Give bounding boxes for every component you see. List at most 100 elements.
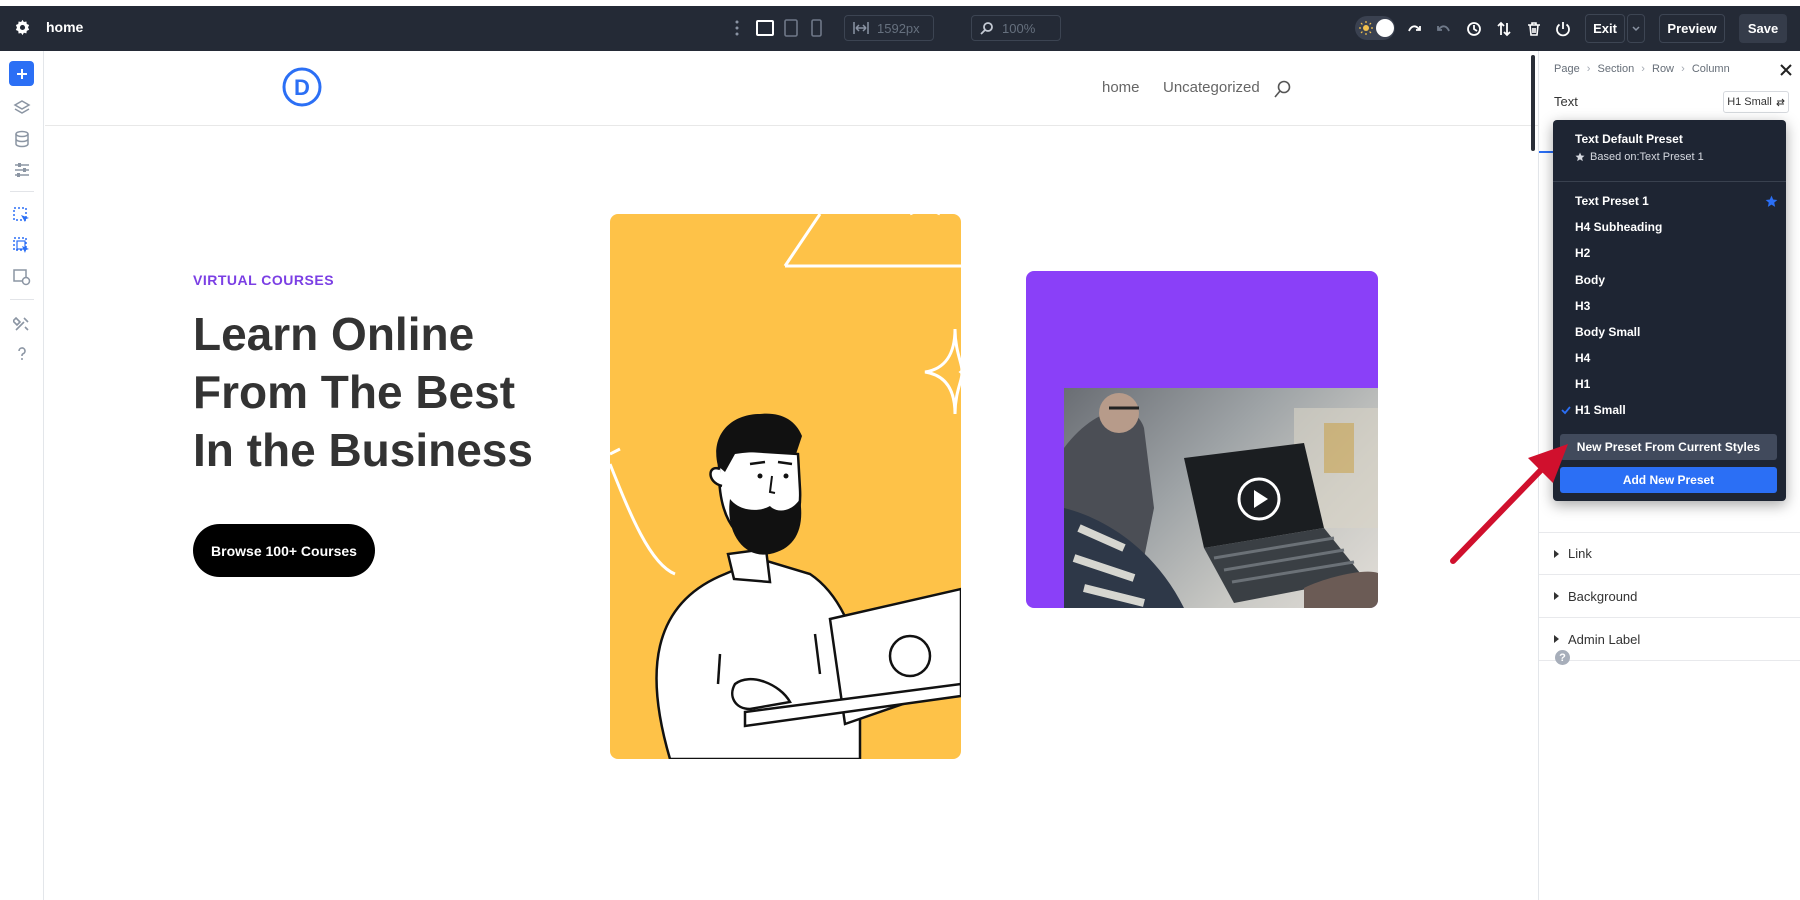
site-header: D home Uncategorized: [45, 51, 1538, 126]
preview-button[interactable]: Preview: [1659, 14, 1725, 43]
theme-toggle[interactable]: [1355, 16, 1395, 40]
preset-selector-button[interactable]: H1 Small: [1723, 91, 1789, 113]
module-type-label: Text: [1554, 94, 1578, 109]
multi-select-icon[interactable]: [13, 237, 31, 255]
browse-courses-button[interactable]: Browse 100+ Courses: [193, 524, 375, 577]
page-name: home: [46, 19, 83, 35]
preset-option-text-preset-1[interactable]: Text Preset 1: [1575, 194, 1649, 208]
link-section-toggle[interactable]: Link: [1539, 532, 1800, 575]
video-thumbnail[interactable]: [1064, 388, 1378, 608]
background-section-toggle[interactable]: Background: [1539, 575, 1800, 618]
hero-heading-line: Learn Online: [193, 305, 553, 363]
preset-option-h1[interactable]: H1: [1575, 377, 1590, 391]
redo-icon[interactable]: [1435, 21, 1451, 37]
new-preset-from-current-button[interactable]: New Preset From Current Styles: [1560, 434, 1777, 460]
exit-button[interactable]: Exit: [1585, 14, 1625, 43]
admin-label-section-toggle[interactable]: Admin Label: [1539, 618, 1800, 661]
preset-option-body[interactable]: Body: [1575, 273, 1605, 287]
hero-eyebrow: VIRTUAL COURSES: [193, 272, 334, 288]
man-with-laptop-illustration: [610, 214, 961, 759]
preset-option-h1-small[interactable]: H1 Small: [1575, 403, 1626, 417]
gear-icon[interactable]: [14, 19, 31, 36]
section-label: Admin Label: [1568, 632, 1640, 647]
close-icon[interactable]: [1779, 63, 1793, 77]
canvas-width-field[interactable]: 1592px: [844, 15, 934, 41]
help-question-icon[interactable]: [13, 345, 31, 363]
checkmark-icon: [1561, 405, 1571, 415]
canvas-width-value: 1592px: [877, 21, 920, 36]
page-settings-icon[interactable]: [13, 268, 31, 286]
theme-toggle-knob: [1376, 19, 1394, 37]
illustration-card: [610, 214, 961, 759]
default-star-icon[interactable]: [1765, 195, 1778, 208]
tools-icon[interactable]: [13, 315, 31, 333]
desktop-view-icon[interactable]: [756, 20, 774, 36]
preset-option-h4[interactable]: H4: [1575, 351, 1590, 365]
hero-heading-line: From The Best: [193, 363, 553, 421]
undo-icon[interactable]: [1407, 21, 1423, 37]
add-new-preset-button[interactable]: Add New Preset: [1560, 467, 1777, 493]
section-label: Link: [1568, 546, 1592, 561]
dropdown-divider: [1553, 181, 1786, 182]
builder-app: home 1592px 100%: [0, 0, 1800, 900]
rail-divider: [10, 299, 34, 300]
video-card: [1026, 271, 1378, 608]
more-vertical-icon[interactable]: [734, 19, 740, 37]
sun-icon: [1359, 21, 1373, 35]
plus-icon: [16, 68, 28, 80]
width-arrows-icon: [853, 21, 869, 35]
default-preset-title[interactable]: Text Default Preset: [1575, 132, 1683, 146]
breadcrumb-column[interactable]: Column: [1692, 63, 1730, 75]
nav-uncategorized-link[interactable]: Uncategorized: [1163, 79, 1260, 96]
hero-heading: Learn Online From The Best In the Busine…: [193, 305, 553, 479]
sort-arrows-icon[interactable]: [1496, 21, 1512, 37]
chevron-down-icon: [1632, 26, 1640, 32]
preset-option-h2[interactable]: H2: [1575, 246, 1590, 260]
rail-divider: [10, 191, 34, 192]
left-toolbar: [0, 51, 44, 900]
builder-toolbar: home 1592px 100%: [0, 6, 1800, 51]
sliders-icon[interactable]: [13, 161, 31, 179]
database-icon[interactable]: [13, 130, 31, 148]
breadcrumb-separator: ›: [1587, 63, 1591, 75]
site-logo[interactable]: D: [281, 66, 323, 108]
caret-right-icon: [1554, 592, 1559, 600]
zoom-value: 100%: [1002, 21, 1035, 36]
breadcrumb: Page › Section › Row › Column: [1554, 63, 1730, 75]
select-element-icon[interactable]: [13, 207, 31, 225]
trash-icon[interactable]: [1526, 21, 1542, 37]
swap-arrows-icon: [1776, 98, 1785, 107]
active-tab-indicator: [1539, 151, 1553, 153]
phone-view-icon[interactable]: [811, 19, 822, 37]
nav-home-link[interactable]: home: [1102, 79, 1140, 96]
tablet-view-icon[interactable]: [784, 19, 798, 37]
power-icon[interactable]: [1555, 21, 1571, 37]
default-preset-base: Based on:Text Preset 1: [1590, 151, 1704, 163]
preset-selector-value: H1 Small: [1727, 96, 1772, 108]
default-preset-subtitle: Based on:Text Preset 1: [1575, 151, 1704, 163]
layers-icon[interactable]: [13, 99, 31, 117]
breadcrumb-section[interactable]: Section: [1598, 63, 1635, 75]
exit-menu-button[interactable]: [1627, 14, 1645, 43]
search-icon[interactable]: [1274, 80, 1291, 98]
add-element-button[interactable]: [9, 61, 34, 86]
history-icon[interactable]: [1466, 21, 1482, 37]
logo-letter: D: [294, 75, 310, 100]
breadcrumb-page[interactable]: Page: [1554, 63, 1580, 75]
caret-right-icon: [1554, 550, 1559, 558]
zoom-field[interactable]: 100%: [971, 15, 1061, 41]
preset-option-h3[interactable]: H3: [1575, 299, 1590, 313]
play-button-icon[interactable]: [1236, 476, 1282, 522]
preset-option-h4-subheading[interactable]: H4 Subheading: [1575, 220, 1662, 234]
caret-right-icon: [1554, 635, 1559, 643]
breadcrumb-row[interactable]: Row: [1652, 63, 1674, 75]
canvas-scrollbar[interactable]: [1531, 55, 1535, 151]
help-icon[interactable]: ?: [1555, 650, 1570, 665]
preset-dropdown: Text Default Preset Based on:Text Preset…: [1553, 120, 1786, 501]
star-icon: [1575, 152, 1585, 162]
breadcrumb-separator: ›: [1681, 63, 1685, 75]
save-button[interactable]: Save: [1739, 14, 1787, 43]
breadcrumb-separator: ›: [1641, 63, 1645, 75]
preset-option-body-small[interactable]: Body Small: [1575, 325, 1640, 339]
hero-heading-line: In the Business: [193, 421, 553, 479]
